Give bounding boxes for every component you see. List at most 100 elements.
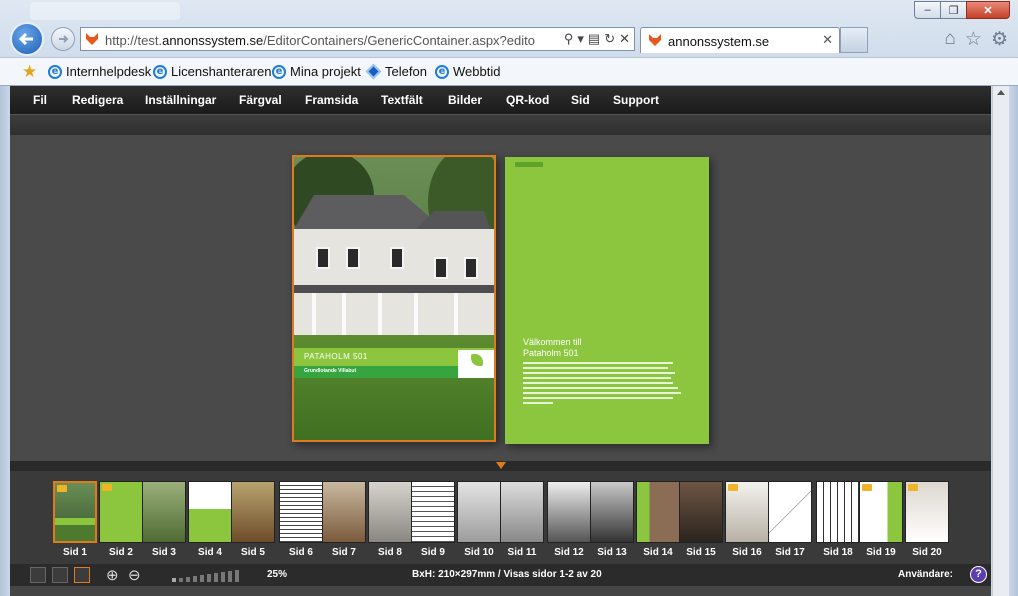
- porch-roof-image: [294, 285, 494, 293]
- fav-label: Internhelpdesk: [66, 64, 152, 79]
- help-button[interactable]: ?: [970, 566, 987, 583]
- stop-icon[interactable]: ✕: [619, 31, 630, 47]
- refresh-icon[interactable]: ↻: [604, 31, 615, 47]
- fit-width-icon[interactable]: [52, 567, 68, 583]
- page-thumbnail[interactable]: [231, 481, 275, 543]
- fav-webbtid[interactable]: e Webbtid: [435, 64, 500, 79]
- vertical-scrollbar[interactable]: [992, 86, 1009, 596]
- compatibility-icon[interactable]: ▤: [588, 31, 600, 47]
- menu-qr-kod[interactable]: QR-kod: [506, 93, 549, 107]
- favorites-add-icon[interactable]: ★: [22, 62, 37, 82]
- menu-bilder[interactable]: Bilder: [448, 93, 482, 107]
- text-line: [523, 382, 673, 384]
- browser-chrome: – ❐ ✕ http://test.annonssystem.se/Editor…: [0, 0, 1018, 86]
- zoom-select-icon[interactable]: [74, 567, 90, 583]
- text-line: [523, 362, 673, 364]
- menu-installningar[interactable]: Inställningar: [145, 93, 216, 107]
- window-image: [346, 247, 360, 269]
- zoom-slider[interactable]: [172, 568, 239, 582]
- fav-internhelpdesk[interactable]: e Internhelpdesk: [48, 64, 151, 79]
- url-text[interactable]: http://test.annonssystem.se/EditorContai…: [105, 33, 535, 48]
- tab-title: annonssystem.se: [668, 34, 770, 49]
- close-window-button[interactable]: ✕: [966, 1, 1010, 19]
- page-thumbnail[interactable]: [500, 481, 544, 543]
- slider-step: [221, 572, 225, 582]
- lock-icon: [102, 484, 112, 491]
- page-thumbnail[interactable]: [188, 481, 232, 543]
- favorites-star-icon[interactable]: ☆: [965, 28, 982, 51]
- thumbnail-strip: Sid 1 Sid 2 Sid 3 Sid 4 Sid 5 Sid 6 Sid 7 Sid 8…: [10, 471, 991, 564]
- page-thumbnail[interactable]: [816, 481, 860, 543]
- page-thumbnail[interactable]: [53, 481, 97, 543]
- thumbnail-label: Sid 14: [643, 547, 673, 558]
- page-thumbnail[interactable]: [590, 481, 634, 543]
- menu-textfalt[interactable]: Textfält: [381, 93, 423, 107]
- page-thumbnail[interactable]: [905, 481, 949, 543]
- page-thumbnail[interactable]: [457, 481, 501, 543]
- text-line: [523, 392, 681, 394]
- favorites-bar: ★ e Internhelpdesk e Licenshanteraren e Min…: [0, 57, 1018, 85]
- zoom-in-icon[interactable]: ⊕: [106, 566, 119, 584]
- window-image: [434, 257, 448, 279]
- text-line: [523, 397, 673, 399]
- url-prefix: http://test.: [105, 33, 163, 48]
- back-arrow-icon: [18, 32, 33, 46]
- menu-redigera[interactable]: Redigera: [72, 93, 123, 107]
- page-thumbnail[interactable]: [411, 481, 455, 543]
- fav-telefon[interactable]: Telefon: [365, 63, 427, 80]
- page-thumbnail[interactable]: [547, 481, 591, 543]
- fav-licenshanteraren[interactable]: e Licenshanteraren: [153, 64, 271, 79]
- new-tab-button[interactable]: [840, 27, 868, 53]
- cover-photo[interactable]: [294, 157, 494, 440]
- scroll-up-icon[interactable]: [997, 90, 1005, 95]
- tab-close-icon[interactable]: ✕: [822, 32, 833, 48]
- minimize-button[interactable]: –: [914, 1, 941, 19]
- page-thumbnail[interactable]: [725, 481, 769, 543]
- porch-column: [414, 293, 418, 335]
- fit-view-icon[interactable]: [30, 567, 46, 583]
- thumbnail-label: Sid 18: [823, 547, 853, 558]
- page-thumbnail[interactable]: [142, 481, 186, 543]
- forward-button[interactable]: [51, 27, 75, 51]
- welcome-heading[interactable]: Välkommen till Pataholm 501: [523, 337, 582, 359]
- lock-icon: [57, 485, 67, 492]
- welcome-body-text[interactable]: [523, 362, 683, 407]
- page-thumbnail[interactable]: [322, 481, 366, 543]
- thumbnail-label: Sid 13: [597, 547, 627, 558]
- zoom-out-icon[interactable]: ⊖: [128, 566, 141, 584]
- menu-support[interactable]: Support: [613, 93, 659, 107]
- menu-bar: Fil Redigera Inställningar Färgval Frams…: [10, 86, 991, 114]
- page-thumbnail[interactable]: [679, 481, 723, 543]
- menu-sid[interactable]: Sid: [571, 93, 590, 107]
- menu-fil[interactable]: Fil: [33, 93, 47, 107]
- fav-mina-projekt[interactable]: e Mina projekt: [272, 64, 361, 79]
- page-thumbnail[interactable]: [99, 481, 143, 543]
- page-welcome[interactable]: Välkommen till Pataholm 501: [505, 157, 709, 444]
- search-icon[interactable]: ⚲: [564, 31, 574, 47]
- lock-icon: [728, 484, 738, 491]
- thumbnail-label: Sid 9: [421, 547, 445, 558]
- page-thumbnail[interactable]: [859, 481, 903, 543]
- page-thumbnail[interactable]: [279, 481, 323, 543]
- status-bar: ⊕ ⊖ 25% BxH: 210×297mm / Visas sidor 1-2…: [10, 564, 991, 586]
- menu-fargval[interactable]: Färgval: [239, 93, 282, 107]
- tab-annonssystem[interactable]: annonssystem.se ✕: [640, 27, 840, 53]
- page-thumbnail[interactable]: [368, 481, 412, 543]
- dropdown-icon[interactable]: ▾: [577, 31, 584, 47]
- page-cover[interactable]: PATAHOLM 501 Grundlotande Villabut: [292, 155, 496, 442]
- settings-gear-icon[interactable]: ⚙: [991, 28, 1008, 51]
- address-bar[interactable]: http://test.annonssystem.se/EditorContai…: [80, 27, 635, 51]
- porch-column: [342, 293, 346, 335]
- thumbnail-label: Sid 15: [686, 547, 716, 558]
- page-thumbnail[interactable]: [636, 481, 680, 543]
- home-icon[interactable]: ⌂: [944, 28, 955, 51]
- maximize-button[interactable]: ❐: [940, 1, 967, 19]
- tab-favicon-icon: [649, 34, 661, 46]
- back-button[interactable]: [10, 22, 44, 56]
- company-logo[interactable]: [458, 350, 494, 378]
- thumbnail-label: Sid 8: [378, 547, 402, 558]
- thumbnail-label: Sid 12: [554, 547, 584, 558]
- page-thumbnail[interactable]: [768, 481, 812, 543]
- menu-framsida[interactable]: Framsida: [305, 93, 358, 107]
- welcome-line-1: Välkommen till: [523, 337, 582, 347]
